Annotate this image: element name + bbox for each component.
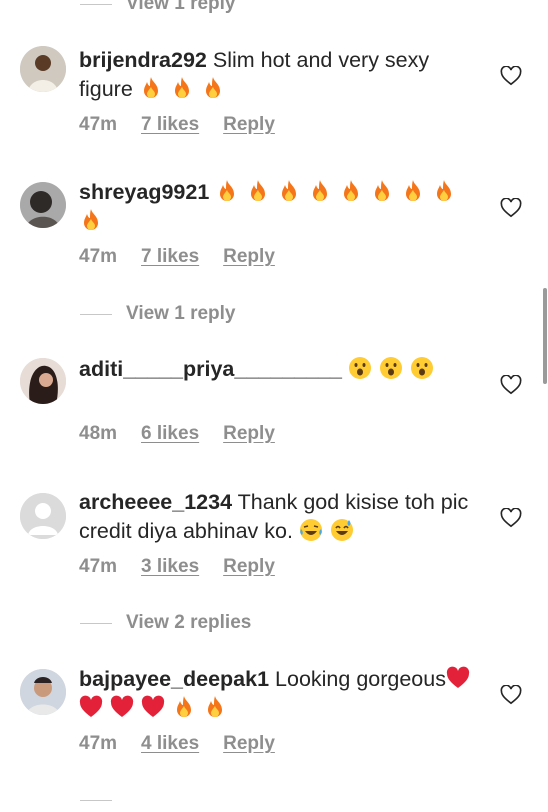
fire-icon	[177, 696, 191, 717]
likes-link[interactable]: 7 likes	[141, 246, 199, 268]
comment-text: Looking gorgeous	[275, 667, 446, 691]
avatar[interactable]	[20, 358, 66, 404]
divider-line	[80, 622, 112, 624]
reply-button[interactable]: Reply	[223, 114, 275, 136]
reply-button[interactable]: Reply	[223, 733, 275, 755]
view-replies-label: View 1 reply	[126, 0, 236, 14]
likes-link[interactable]: 7 likes	[141, 114, 199, 136]
fire-icon	[375, 180, 390, 201]
divider-line	[80, 3, 112, 5]
red-heart-icon	[446, 666, 470, 688]
emoji-group	[139, 77, 232, 101]
comment-meta: 47m 7 likes Reply	[79, 246, 275, 268]
like-heart-icon[interactable]	[500, 685, 522, 705]
fire-icon	[84, 209, 98, 230]
fire-icon	[251, 180, 266, 201]
fire-icon	[344, 180, 359, 201]
fire-icon	[313, 180, 328, 201]
view-replies-button[interactable]: View 1 reply	[80, 0, 236, 16]
username[interactable]: bajpayee_deepak1	[79, 667, 269, 691]
username[interactable]: aditi_____priya_________	[79, 357, 342, 381]
fire-icon	[220, 180, 235, 201]
fire-icon	[208, 696, 222, 717]
reply-button[interactable]: Reply	[223, 423, 275, 445]
fire-icon	[406, 180, 421, 201]
timestamp: 47m	[79, 556, 118, 577]
username[interactable]: shreyag9921	[79, 180, 209, 204]
sweat-smile-face-icon	[330, 519, 353, 541]
tears-of-joy-face-icon	[299, 519, 322, 541]
fire-icon	[205, 77, 220, 98]
likes-link[interactable]: 4 likes	[141, 733, 199, 755]
comment-meta: 47m 4 likes Reply	[79, 733, 275, 755]
comment-body: bajpayee_deepak1 Looking gorgeous	[79, 665, 479, 723]
view-replies-label: View 2 replies	[126, 612, 252, 633]
surprised-face-icon	[379, 357, 402, 379]
comment-body: brijendra292 Slim hot and very sexy figu…	[79, 46, 479, 104]
timestamp: 47m	[79, 733, 118, 754]
avatar[interactable]	[20, 182, 66, 228]
username[interactable]: archeeee_1234	[79, 490, 232, 514]
emoji-group	[299, 519, 361, 543]
red-heart-icon	[141, 695, 165, 717]
likes-link[interactable]: 6 likes	[141, 423, 199, 445]
surprised-face-icon	[410, 357, 433, 379]
fire-icon	[143, 77, 158, 98]
like-heart-icon[interactable]	[500, 508, 522, 528]
timestamp: 48m	[79, 423, 118, 444]
avatar[interactable]	[20, 46, 66, 92]
username[interactable]: brijendra292	[79, 48, 207, 72]
timestamp: 47m	[79, 246, 118, 267]
avatar[interactable]	[20, 669, 66, 715]
red-heart-icon	[79, 695, 103, 717]
surprised-face-icon	[348, 357, 371, 379]
comment-meta: 48m 6 likes Reply	[79, 423, 275, 445]
divider-line	[80, 313, 112, 315]
emoji-group	[348, 357, 441, 381]
like-heart-icon[interactable]	[500, 198, 522, 218]
fire-icon	[174, 77, 189, 98]
avatar[interactable]	[20, 493, 66, 539]
view-replies-label: View 1 reply	[126, 303, 236, 324]
like-heart-icon[interactable]	[500, 375, 522, 395]
comment-meta: 47m 7 likes Reply	[79, 114, 275, 136]
reply-button[interactable]: Reply	[223, 246, 275, 268]
red-heart-icon	[110, 695, 134, 717]
view-replies-button[interactable]	[80, 788, 126, 812]
scrollbar[interactable]	[543, 288, 547, 384]
fire-icon	[437, 180, 452, 201]
view-replies-button[interactable]: View 1 reply	[80, 302, 236, 326]
like-heart-icon[interactable]	[500, 66, 522, 86]
likes-link[interactable]: 3 likes	[141, 556, 199, 578]
comment-body: aditi_____priya_________	[79, 355, 479, 384]
comment-body: archeeee_1234 Thank god kisise toh pic c…	[79, 488, 479, 546]
comment-body: shreyag9921	[79, 178, 479, 236]
fire-icon	[282, 180, 297, 201]
reply-button[interactable]: Reply	[223, 556, 275, 578]
view-replies-button[interactable]: View 2 replies	[80, 611, 251, 635]
timestamp: 47m	[79, 114, 118, 135]
comment-meta: 47m 3 likes Reply	[79, 556, 275, 578]
